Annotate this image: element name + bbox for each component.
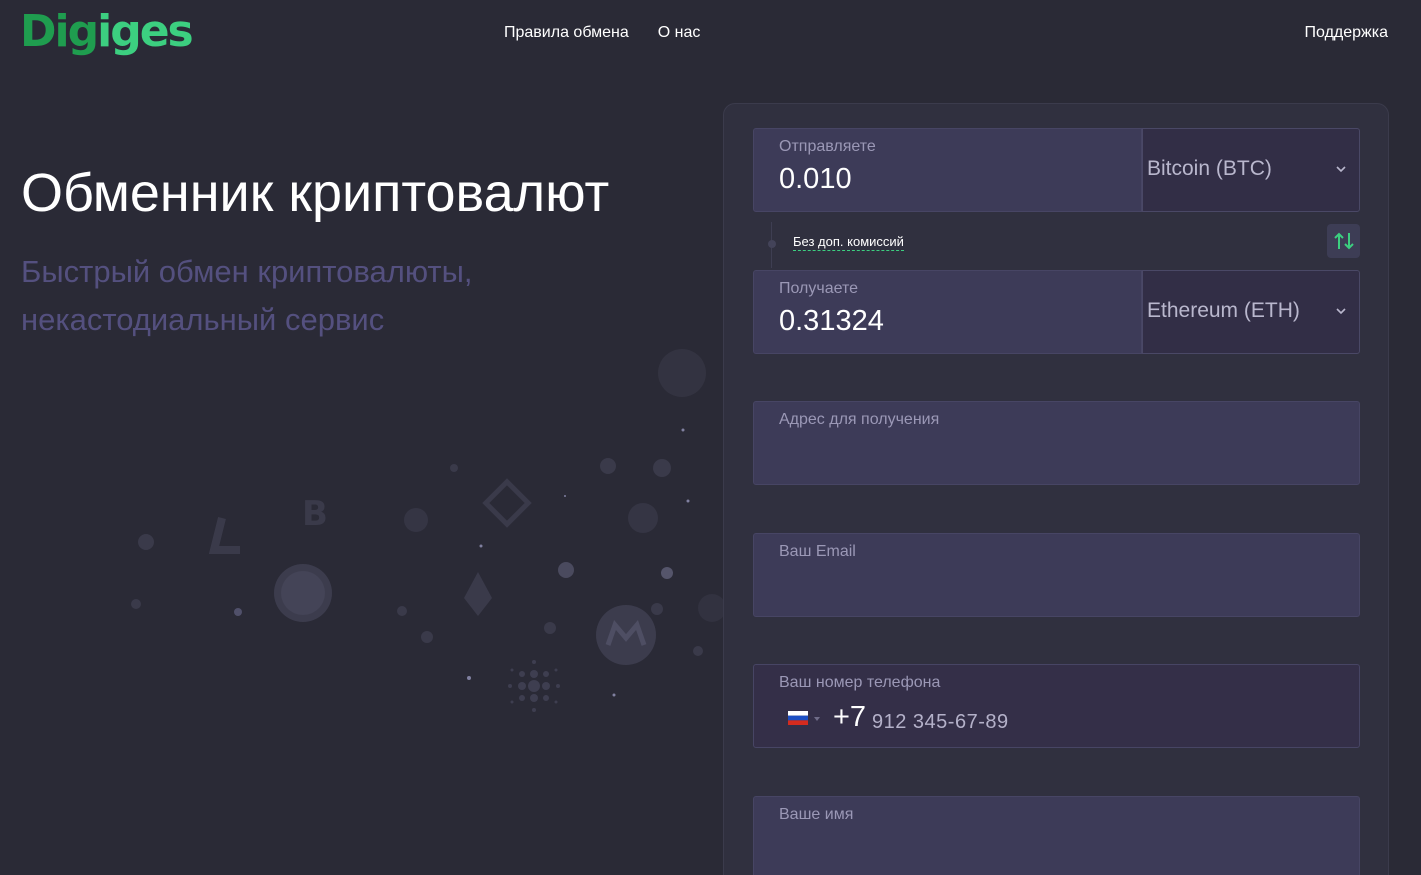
main-nav: Правила обмена О нас [504, 24, 700, 42]
no-fee-link[interactable]: Без доп. комиссий [793, 234, 904, 251]
name-field[interactable]: Ваше имя [753, 796, 1360, 875]
name-label: Ваше имя [779, 806, 854, 823]
swap-arrows-icon [1334, 232, 1354, 250]
send-amount-label: Отправляете [779, 138, 876, 155]
page-subtitle: Быстрый обмен криптовалюты, некастодиаль… [21, 254, 473, 337]
country-dropdown-caret-icon[interactable] [814, 717, 820, 721]
page-title: Обменник криптовалют [21, 163, 610, 223]
russia-flag-icon[interactable] [788, 711, 808, 725]
address-label: Адрес для получения [779, 411, 940, 428]
send-amount-field[interactable]: Отправляете 0.010 [753, 128, 1142, 212]
chevron-down-icon [1336, 166, 1346, 173]
support-link[interactable]: Поддержка [1305, 24, 1388, 42]
logo[interactable]: Digiges [20, 4, 194, 60]
send-currency-value: Bitcoin (BTC) [1147, 157, 1272, 180]
receive-currency-value: Ethereum (ETH) [1147, 299, 1300, 322]
send-currency-select[interactable]: Bitcoin (BTC) [1142, 128, 1360, 212]
logo-part2: iges [97, 6, 194, 57]
address-field[interactable]: Адрес для получения [753, 401, 1360, 485]
phone-country-code: +7 [833, 701, 867, 733]
fee-row: Без доп. комиссий [753, 222, 1360, 268]
email-field[interactable]: Ваш Email [753, 533, 1360, 617]
logo-part1: Dig [20, 6, 99, 57]
nav-about[interactable]: О нас [658, 24, 701, 42]
connector-dot [768, 240, 776, 248]
receive-amount-value[interactable]: 0.31324 [779, 305, 884, 338]
receive-amount-field[interactable]: Получаете 0.31324 [753, 270, 1142, 354]
svg-text:B: B [302, 494, 328, 534]
swap-button[interactable] [1327, 224, 1360, 258]
phone-number-input[interactable]: 912 345-67-89 [872, 711, 1009, 734]
phone-label: Ваш номер телефона [779, 674, 941, 691]
phone-field[interactable]: Ваш номер телефона +7 912 345-67-89 [753, 664, 1360, 748]
receive-amount-label: Получаете [779, 280, 859, 297]
email-label: Ваш Email [779, 543, 856, 560]
nav-exchange-rules[interactable]: Правила обмена [504, 24, 629, 42]
exchange-form-card: Отправляете 0.010 Bitcoin (BTC) Без доп.… [723, 103, 1389, 875]
crypto-particles-decoration: B [131, 349, 726, 712]
receive-currency-select[interactable]: Ethereum (ETH) [1142, 270, 1360, 354]
send-amount-value[interactable]: 0.010 [779, 163, 852, 196]
chevron-down-icon [1336, 308, 1346, 315]
